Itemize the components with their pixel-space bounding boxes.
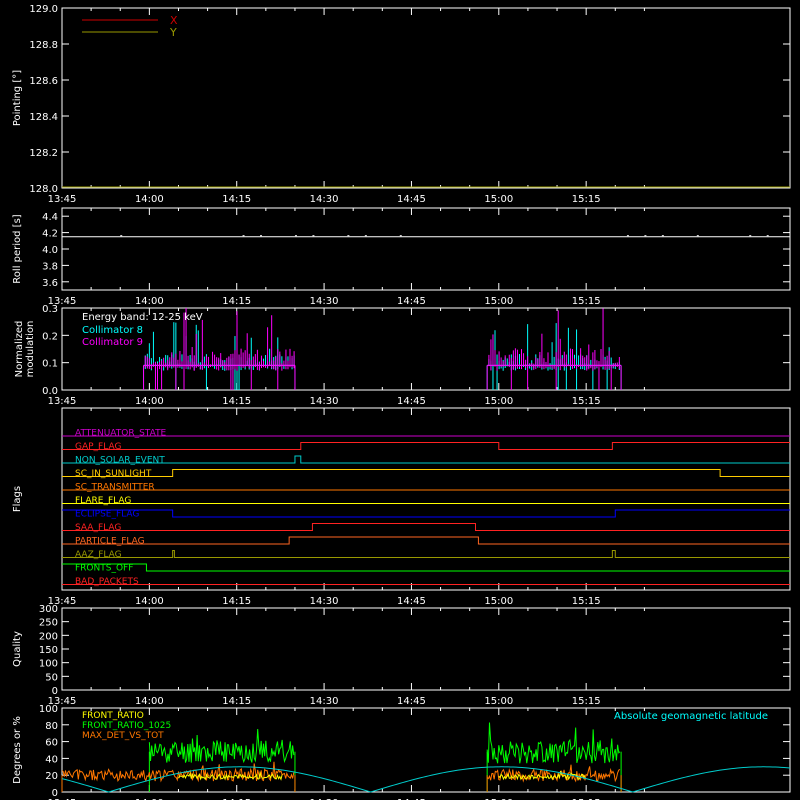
legend-label: Y <box>169 26 177 39</box>
y-tick-label: 0.0 <box>42 386 58 397</box>
x-tick-label: 14:15 <box>222 696 251 707</box>
x-tick-label: 15:00 <box>484 296 513 307</box>
y-tick-label: 129.0 <box>29 4 58 15</box>
flag-label: SAA_FLAG <box>75 523 121 533</box>
x-tick-label: 15:00 <box>484 194 513 205</box>
x-tick-label: 14:15 <box>222 194 251 205</box>
y-tick-label: 3.8 <box>42 261 58 272</box>
legend-label: MAX_DET_VS_TOT <box>82 731 164 741</box>
flag-label: GAP_FLAG <box>75 442 121 452</box>
x-tick-label: 14:00 <box>135 296 164 307</box>
modulation-ylabel: modulation <box>25 321 36 378</box>
x-tick-label: 13:45 <box>48 396 77 407</box>
flag-label: AAZ_FLAG <box>75 550 122 560</box>
flag-label: NON_SOLAR_EVENT <box>75 456 165 466</box>
y-tick-label: 0 <box>52 788 58 799</box>
x-tick-label: 15:15 <box>572 194 601 205</box>
energy-band-label: Energy band: 12-25 keV <box>82 312 203 323</box>
y-tick-label: 0.3 <box>42 304 58 315</box>
flag-label: BAD_PACKETS <box>75 577 139 587</box>
x-tick-label: 14:30 <box>310 396 339 407</box>
legend-label: Collimator 8 <box>82 325 143 336</box>
y-tick-label: 128.8 <box>29 40 58 51</box>
x-tick-label: 15:00 <box>484 696 513 707</box>
y-tick-label: 300 <box>39 604 58 615</box>
y-tick-label: 3.6 <box>42 278 58 289</box>
y-tick-label: 60 <box>45 738 58 749</box>
y-tick-label: 40 <box>45 754 58 765</box>
y-tick-label: 20 <box>45 771 58 782</box>
flag-label: SC_TRANSMITTER <box>75 483 155 493</box>
y-tick-label: 128.2 <box>29 148 58 159</box>
flag-label: FLARE_FLAG <box>75 496 131 506</box>
x-tick-label: 14:00 <box>135 696 164 707</box>
flags-ylabel: Flags <box>12 486 23 512</box>
y-tick-label: 100 <box>39 704 58 715</box>
y-tick-label: 4.4 <box>42 212 58 223</box>
y-tick-label: 128.4 <box>29 112 58 123</box>
x-tick-label: 14:45 <box>397 296 426 307</box>
x-tick-label: 15:00 <box>484 596 513 607</box>
x-tick-label: 14:30 <box>310 696 339 707</box>
y-tick-label: 200 <box>39 631 58 642</box>
y-tick-label: 50 <box>45 672 58 683</box>
x-tick-label: 14:45 <box>397 194 426 205</box>
ratio-ylabel: Degrees or % <box>12 716 23 784</box>
roll-ylabel: Roll period [s] <box>12 214 23 283</box>
y-tick-label: 0.2 <box>42 331 58 342</box>
pointing-ylabel: Pointing [°] <box>12 70 23 126</box>
rhessi-quicklook-chart: 13:45 14:00 14:15 14:30 14:45 15:00 15:15 128.0… <box>0 0 800 800</box>
y-tick-label: 100 <box>39 659 58 670</box>
x-tick-label: 15:15 <box>572 396 601 407</box>
flag-label: ATTENUATOR_STATE <box>75 429 167 439</box>
x-tick-label: 14:30 <box>310 194 339 205</box>
x-tick-label: 14:00 <box>135 596 164 607</box>
x-tick-label: 14:30 <box>310 296 339 307</box>
y-tick-label: 0.1 <box>42 359 58 370</box>
modulation-ylabel: Normalized <box>14 321 25 378</box>
x-tick-label: 14:15 <box>222 396 251 407</box>
y-tick-label: 4.2 <box>42 229 58 240</box>
x-tick-label: 15:00 <box>484 396 513 407</box>
y-tick-label: 4.0 <box>42 245 58 256</box>
y-tick-label: 0 <box>52 686 58 697</box>
x-tick-label: 14:15 <box>222 596 251 607</box>
x-tick-label: 14:00 <box>135 194 164 205</box>
x-tick-label: 13:45 <box>48 194 77 205</box>
flag-label: ECLIPSE_FLAG <box>75 510 139 520</box>
y-tick-label: 128.0 <box>29 184 58 195</box>
legend-label: Collimator 9 <box>82 337 143 348</box>
x-tick-label: 15:15 <box>572 696 601 707</box>
quality-ylabel: Quality <box>12 631 23 667</box>
x-tick-label: 14:45 <box>397 396 426 407</box>
x-tick-label: 14:30 <box>310 596 339 607</box>
flag-label: FRONTS_OFF <box>75 564 133 574</box>
y-tick-label: 150 <box>39 645 58 656</box>
flag-label: PARTICLE_FLAG <box>75 537 145 547</box>
x-tick-label: 14:15 <box>222 296 251 307</box>
y-tick-label: 128.6 <box>29 76 58 87</box>
latitude-label: Absolute geomagnetic latitude <box>614 711 768 722</box>
x-tick-label: 15:15 <box>572 296 601 307</box>
x-tick-label: 14:45 <box>397 696 426 707</box>
legend-label: FRONT_RATIO_1025 <box>82 721 171 731</box>
flag-label: SC_IN_SUNLIGHT <box>75 469 152 479</box>
y-tick-label: 80 <box>45 721 58 732</box>
y-tick-label: 250 <box>39 618 58 629</box>
x-tick-label: 14:45 <box>397 596 426 607</box>
x-tick-label: 15:15 <box>572 596 601 607</box>
legend-label: FRONT_RATIO <box>82 711 144 721</box>
x-tick-label: 14:00 <box>135 396 164 407</box>
